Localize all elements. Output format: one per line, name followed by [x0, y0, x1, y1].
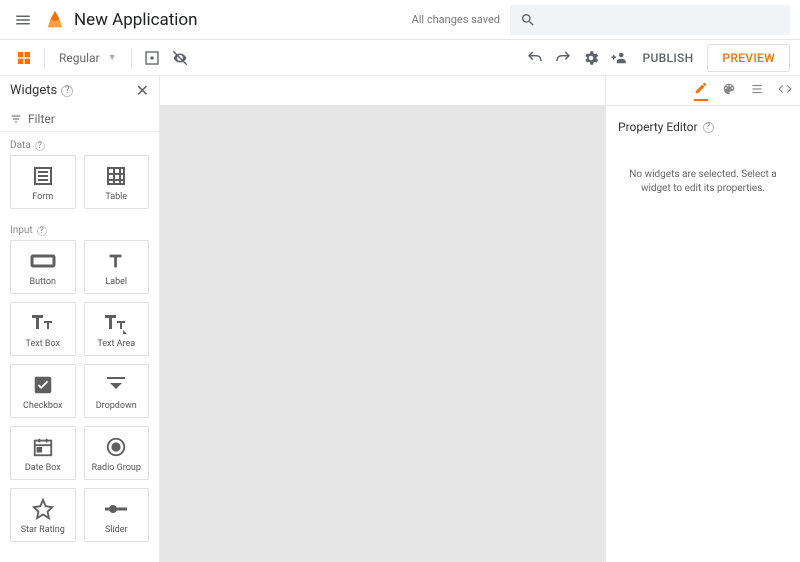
widget-button[interactable]: Button — [10, 240, 76, 294]
close-icon[interactable]: ✕ — [136, 81, 149, 100]
property-panel: Property Editor ? No widgets are selecte… — [605, 76, 800, 562]
fit-to-screen-icon[interactable] — [138, 44, 166, 72]
widgets-scroll[interactable]: Data ? Form Table Input ? — [0, 132, 159, 562]
slider-icon — [103, 495, 129, 523]
widget-table[interactable]: Table — [84, 155, 150, 209]
widget-date-box[interactable]: Date Box — [10, 426, 76, 480]
search-icon — [520, 12, 536, 28]
tab-palette[interactable] — [722, 82, 736, 100]
help-icon[interactable]: ? — [37, 226, 47, 236]
redo-icon[interactable] — [549, 44, 577, 72]
help-icon[interactable]: ? — [703, 122, 714, 133]
layout-grid-icon[interactable] — [10, 44, 38, 72]
form-icon — [31, 162, 55, 190]
datebox-icon — [32, 433, 54, 461]
toolbar-separator — [131, 48, 132, 68]
dropdown-icon — [104, 371, 128, 399]
share-user-icon[interactable] — [605, 44, 633, 72]
checkbox-icon — [32, 371, 54, 399]
visibility-off-icon[interactable] — [166, 44, 194, 72]
property-tabs — [606, 76, 800, 106]
app-logo-icon — [44, 9, 66, 31]
textbox-icon — [30, 309, 56, 337]
section-input: Input ? — [0, 217, 159, 240]
widgets-panel-header: Widgets ? ✕ — [0, 76, 159, 106]
settings-gear-icon[interactable] — [577, 44, 605, 72]
app-title[interactable]: New Application — [74, 10, 198, 30]
help-icon[interactable]: ? — [61, 85, 73, 97]
app-header: New Application All changes saved — [0, 0, 800, 40]
preview-button[interactable]: PREVIEW — [707, 44, 790, 72]
widget-form[interactable]: Form — [10, 155, 76, 209]
canvas-tabs — [160, 76, 605, 106]
filter-label: Filter — [28, 112, 55, 126]
save-status: All changes saved — [412, 13, 500, 26]
radio-icon — [105, 433, 127, 461]
canvas-area — [160, 76, 605, 562]
widget-text-box[interactable]: Text Box — [10, 302, 76, 356]
widget-label[interactable]: Label — [84, 240, 150, 294]
search-box[interactable] — [510, 5, 790, 35]
table-icon — [104, 162, 128, 190]
button-icon — [30, 247, 56, 275]
zoom-label: Regular — [59, 51, 100, 65]
design-canvas[interactable] — [160, 106, 605, 562]
filter-icon — [10, 113, 22, 125]
menu-icon[interactable] — [10, 7, 36, 33]
star-icon — [32, 495, 54, 523]
widget-star-rating[interactable]: Star Rating — [10, 488, 76, 542]
tab-edit[interactable] — [694, 81, 708, 101]
search-input[interactable] — [544, 12, 780, 27]
section-data: Data ? — [0, 132, 159, 155]
property-editor-empty: No widgets are selected. Select a widget… — [606, 140, 800, 224]
tab-code[interactable] — [778, 82, 792, 100]
chevron-down-icon: ▼ — [108, 52, 117, 63]
widget-checkbox[interactable]: Checkbox — [10, 364, 76, 418]
zoom-dropdown[interactable]: Regular ▼ — [51, 51, 125, 65]
tab-text[interactable] — [750, 82, 764, 100]
toolbar-separator — [44, 48, 45, 68]
widget-radio-group[interactable]: Radio Group — [84, 426, 150, 480]
toolbar: Regular ▼ PUBLISH PREVIEW — [0, 40, 800, 76]
main-body: Widgets ? ✕ Filter Data ? Form — [0, 76, 800, 562]
widgets-panel-title: Widgets — [10, 83, 57, 98]
widgets-panel: Widgets ? ✕ Filter Data ? Form — [0, 76, 160, 562]
textarea-icon — [103, 309, 129, 337]
help-icon[interactable]: ? — [35, 141, 45, 151]
property-editor-header: Property Editor ? — [606, 106, 800, 140]
widget-text-area[interactable]: Text Area — [84, 302, 150, 356]
undo-icon[interactable] — [521, 44, 549, 72]
widget-dropdown[interactable]: Dropdown — [84, 364, 150, 418]
filter-row[interactable]: Filter — [0, 106, 159, 132]
widget-slider[interactable]: Slider — [84, 488, 150, 542]
label-icon — [105, 247, 127, 275]
publish-button[interactable]: PUBLISH — [633, 51, 704, 65]
